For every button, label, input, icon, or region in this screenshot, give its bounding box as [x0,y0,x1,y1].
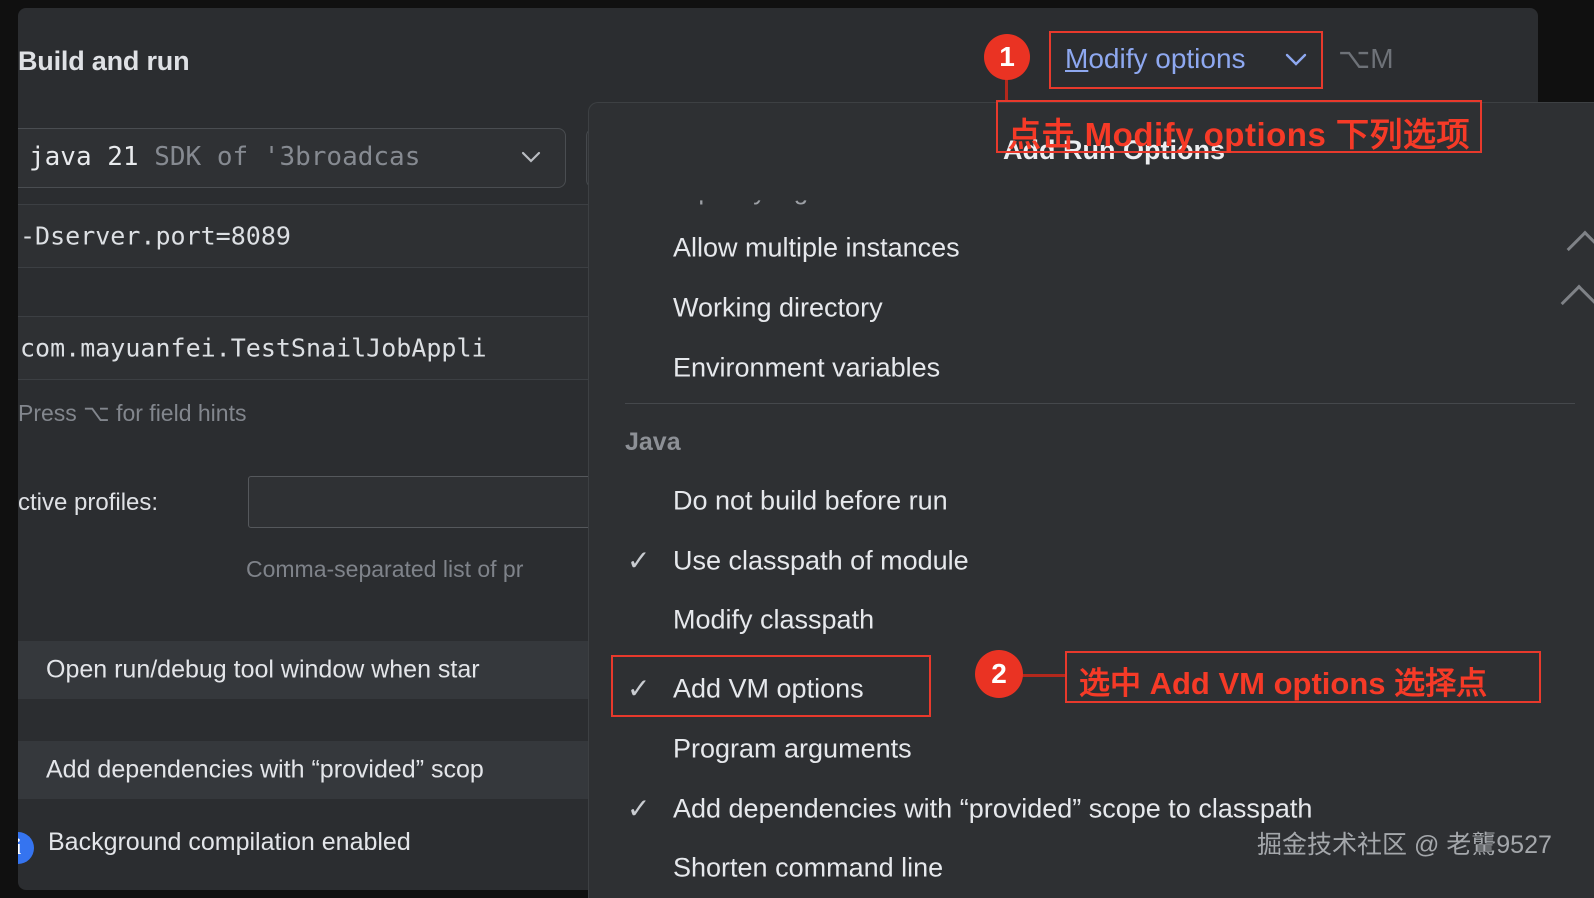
main-class-value: com.mayuanfei.TestSnailJobAppli [20,334,487,363]
annotation-text-1: 点击 Modify options 下列选项 [1008,108,1470,156]
option-add-provided-deps-label: Add dependencies with “provided” scop [46,756,484,785]
menu-item-do-not-build-before-run[interactable]: Do not build before run [609,476,1575,526]
menu-item-modify-classpath[interactable]: Modify classpath [609,595,1575,645]
modify-options-rest: odify options [1088,43,1245,74]
menu-item-label: Program arguments [673,734,912,765]
page-title: Build and run [18,46,189,77]
vm-options-field[interactable]: -Dserver.port=8089 [18,205,606,267]
menu-separator [625,403,1575,404]
menu-item-label: Use classpath of module [673,546,969,577]
info-icon [18,832,34,864]
option-open-tool-window-label: Open run/debug tool window when star [46,656,480,685]
menu-group-java: Java [625,428,681,457]
modify-options-shortcut: ⌥M [1338,42,1394,75]
annotation-callout-1: 点击 Modify options 下列选项 [996,100,1482,153]
sdk-value: java 21 [29,142,139,172]
menu-item-label: Add VM options [673,674,864,705]
annotation-badge-2: 2 [975,650,1023,698]
menu-item-label: Shorten command line [673,853,943,884]
sdk-dropdown[interactable]: java 21 SDK of '3broadcas [18,128,566,188]
check-icon: ✓ [627,675,650,703]
menu-item-clipped[interactable]: Specify logs to be shown in console [681,175,1093,206]
menu-item-label: Do not build before run [673,486,948,517]
menu-item-use-classpath-of-module[interactable]: ✓ Use classpath of module [609,536,1575,586]
chevron-down-icon [1285,53,1307,66]
field-hint-text: Press ⌥ for field hints [18,400,246,427]
screenshot-root: Build and run java 21 SDK of '3broadcas … [0,0,1594,898]
check-icon: ✓ [627,795,650,823]
add-run-options-menu: Add Run Options Specify logs to be shown… [588,102,1594,898]
annotation-leader-line [1021,674,1067,677]
sdk-dropdown-text: java 21 SDK of '3broadcas [29,142,420,172]
menu-item-program-arguments[interactable]: Program arguments [609,724,1575,774]
divider [18,379,606,380]
background-compilation-label: Background compilation enabled [48,828,411,857]
main-class-field[interactable]: com.mayuanfei.TestSnailJobAppli [18,317,606,379]
annotation-callout-2: 选中 Add VM options 选择点 [1065,651,1541,703]
menu-item-working-directory[interactable]: Working directory [609,283,1575,333]
menu-item-allow-multiple-instances[interactable]: Allow multiple instances [609,223,1575,273]
modify-options-label: Modify options [1065,43,1246,75]
watermark: 掘金技术社区 @ 老驡9527 [1257,825,1552,861]
menu-item-label: Environment variables [673,353,940,384]
option-open-tool-window[interactable]: Open run/debug tool window when star [18,641,630,699]
active-profiles-label: Active profiles: [18,489,158,517]
active-profiles-description: Comma-separated list of pr [246,556,523,583]
modify-options-button[interactable]: Modify options [1049,31,1323,89]
empty-field-row[interactable] [18,268,606,316]
vm-options-value: -Dserver.port=8089 [20,222,291,251]
sdk-hint: SDK of '3broadcas [154,142,420,172]
chevron-down-icon [521,151,541,163]
menu-item-label: Working directory [673,293,883,324]
option-add-provided-deps[interactable]: Add dependencies with “provided” scop [18,741,630,799]
menu-item-label: Modify classpath [673,605,874,636]
annotation-text-2: 选中 Add VM options 选择点 [1079,658,1487,703]
annotation-badge-1: 1 [984,34,1030,80]
menu-item-label: Add dependencies with “provided” scope t… [673,794,1312,825]
check-icon: ✓ [627,547,650,575]
menu-item-environment-variables[interactable]: Environment variables [609,343,1575,393]
menu-item-label: Allow multiple instances [673,233,960,264]
